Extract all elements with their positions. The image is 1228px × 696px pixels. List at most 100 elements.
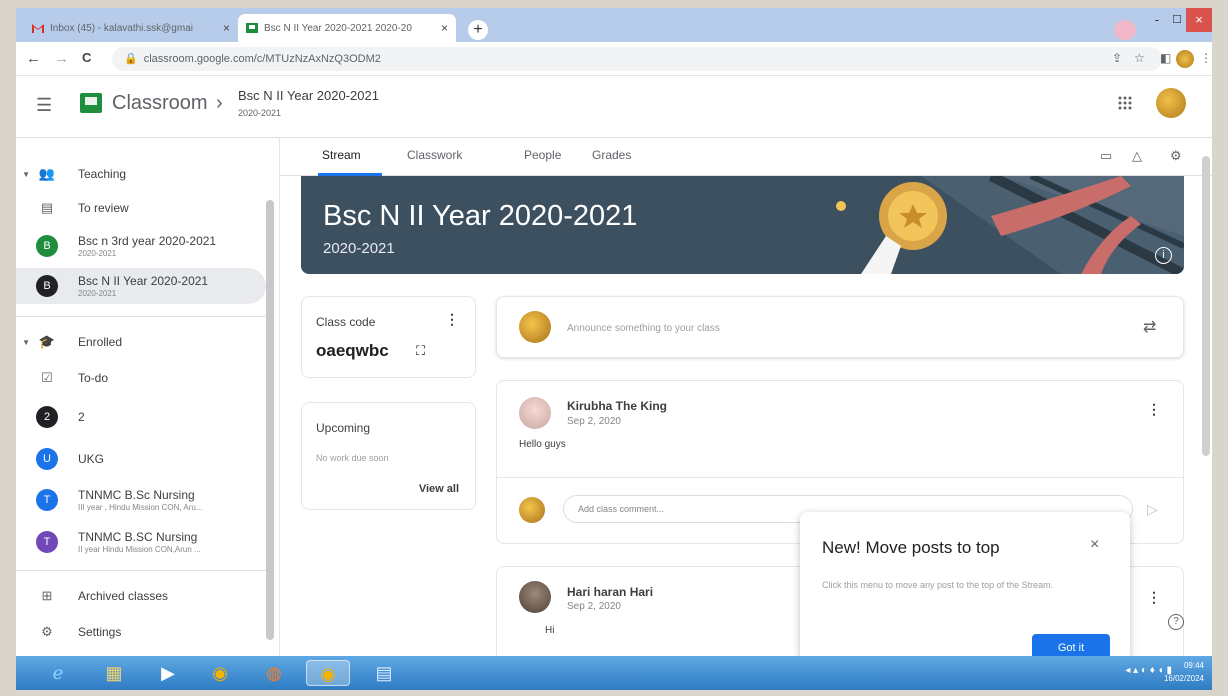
minimize-button[interactable]: - [1146,8,1168,32]
sidebar-item-class[interactable]: U UKG [16,446,266,472]
sidebar-item-label: To review [78,201,129,215]
browser-avatar[interactable] [1176,50,1194,68]
firefox-icon[interactable]: ◍ [252,660,296,686]
graduation-cap-icon: 🎓 [38,334,56,349]
got-it-button[interactable]: Got it [1032,634,1110,656]
class-code-label: Class code [316,315,376,329]
chevron-right-icon: › [216,92,223,114]
word-icon[interactable]: ▤ [362,660,406,686]
more-vert-icon[interactable]: ⋮ [1147,589,1161,606]
sidebar-item-class[interactable]: T TNNMC B.Sc Nursing III year , Hindu Mis… [16,482,266,518]
more-vert-icon[interactable]: ⋮ [445,311,459,328]
sidebar-item-label: Bsc n 3rd year 2020-2021 [78,234,217,248]
help-icon[interactable]: ? [1168,614,1184,630]
file-explorer-icon[interactable]: ▦ [92,660,136,686]
classroom-logo-icon[interactable] [80,93,102,113]
chrome-active-icon[interactable]: ◉ [306,660,350,686]
account-avatar[interactable] [1156,88,1186,118]
people-icon: 👥 [38,166,56,181]
fullscreen-icon[interactable]: ⛶ [416,343,425,359]
browser-menu-icon[interactable]: ⋮ [1200,51,1212,65]
tab-stream[interactable]: Stream [322,148,361,162]
review-icon: ▤ [40,200,54,215]
info-icon[interactable]: i [1155,247,1172,264]
sidebar-item-label: Bsc N II Year 2020-2021 [78,274,209,288]
post-date: Sep 2, 2020 [567,416,621,427]
tab-people[interactable]: People [524,148,561,162]
forward-icon[interactable]: → [54,50,69,67]
sidebar-item-settings[interactable]: ⚙ Settings [16,620,266,644]
new-tab-button[interactable]: + [468,20,488,40]
sidebar-item-class[interactable]: B Bsc n 3rd year 2020-2021 2020-2021 [16,228,266,264]
google-apps-icon[interactable] [1118,96,1132,115]
close-icon[interactable]: × [1090,536,1099,554]
browser-tab-gmail[interactable]: Inbox (45) - kalavathi.ssk@gmai × [24,14,238,42]
sidebar-item-label: 2 [78,410,85,424]
main-scrollbar[interactable] [1202,156,1210,456]
clock-date: 16/02/2024 [1163,674,1204,683]
author-avatar [519,397,551,429]
sidebar-item-sub: 2020-2021 [78,289,117,298]
internet-explorer-icon[interactable]: ℯ [36,660,80,686]
sidebar-item-enrolled[interactable]: ▼ 🎓 Enrolled [16,330,266,354]
drive-icon[interactable]: △ [1132,148,1142,164]
author-avatar [519,581,551,613]
sidepanel-icon[interactable]: ◧ [1160,51,1171,65]
sidebar-item-class[interactable]: 2 2 [16,404,266,430]
sidebar-item-archived[interactable]: ⊞ Archived classes [16,584,266,608]
media-player-icon[interactable]: ▶ [146,660,190,686]
class-initial-avatar: T [36,489,58,511]
sidebar-item-class-active[interactable]: B Bsc N II Year 2020-2021 2020-2021 [16,268,266,304]
sidebar-item-to-review[interactable]: ▤ To review [16,196,266,220]
repost-icon[interactable]: ⇄ [1143,317,1156,337]
banner-subtitle: 2020-2021 [323,240,395,257]
reload-icon[interactable]: C [82,50,91,65]
chrome-icon[interactable]: ◉ [198,660,242,686]
sidebar-scrollbar[interactable] [266,200,274,640]
send-icon[interactable]: ▷ [1147,501,1158,518]
post-date: Sep 2, 2020 [567,601,621,612]
tab-close-icon[interactable]: × [223,21,230,35]
maximize-button[interactable]: ☐ [1168,8,1186,32]
post-body: Hello guys [519,439,566,450]
bookmark-star-icon[interactable]: ☆ [1134,51,1145,65]
more-vert-icon[interactable]: ⋮ [1147,401,1161,418]
calendar-icon[interactable]: ▭ [1100,148,1112,164]
sidebar-item-label: Archived classes [78,589,169,603]
sidebar-item-todo[interactable]: ☑ To-do [16,366,266,390]
sidebar-item-label: Enrolled [78,335,123,349]
sidebar-item-label: Settings [78,625,122,639]
class-code-card: Class code ⋮ oaeqwbc ⛶ [301,296,476,378]
sidebar-item-class[interactable]: T TNNMC B.SC Nursing II year Hindu Missio… [16,524,266,560]
taskbar-clock[interactable]: 09:44 16/02/2024 [1164,659,1204,685]
announce-box[interactable]: Announce something to your class ⇄ [496,296,1184,358]
breadcrumb-class-subtitle: 2020-2021 [238,108,282,118]
sidebar-item-teaching[interactable]: ▼ 👥 Teaching [16,162,266,186]
class-initial-avatar: U [36,448,58,470]
caret-down-icon[interactable]: ▼ [16,338,30,347]
class-initial-avatar: B [36,275,58,297]
gear-icon: ⚙ [41,624,53,639]
tab-classwork[interactable]: Classwork [407,148,462,162]
breadcrumb-class-title[interactable]: Bsc N II Year 2020-2021 [238,88,379,103]
browser-tab-classroom[interactable]: Bsc N II Year 2020-2021 2020-20 × [238,14,456,42]
sidebar-divider [16,316,266,317]
sidebar-item-sub: 2020-2021 [78,249,117,258]
announce-placeholder[interactable]: Announce something to your class [567,323,720,334]
brand-name[interactable]: Classroom [112,92,208,115]
feature-tip-popup: New! Move posts to top × Click this menu… [800,512,1130,656]
gear-icon[interactable]: ⚙ [1170,148,1182,164]
view-all-link[interactable]: View all [419,483,459,495]
browser-tab-strip: Inbox (45) - kalavathi.ssk@gmai × Bsc N … [16,8,1212,42]
main-menu-icon[interactable]: ☰ [36,95,52,116]
sidebar-item-sub: III year , Hindu Mission CON, Aru... [78,503,203,512]
close-window-button[interactable]: × [1186,8,1212,32]
browser-profile-icon[interactable] [1114,20,1136,40]
caret-down-icon[interactable]: ▼ [16,170,30,179]
tab-close-icon[interactable]: × [441,21,448,35]
address-bar[interactable]: 🔒 classroom.google.com/c/MTUzNzAxNzQ3ODM2 [112,47,1162,71]
tab-grades[interactable]: Grades [592,148,631,162]
share-icon[interactable]: ⇪ [1112,51,1122,65]
back-icon[interactable]: ← [26,50,41,67]
gmail-icon [32,23,44,33]
